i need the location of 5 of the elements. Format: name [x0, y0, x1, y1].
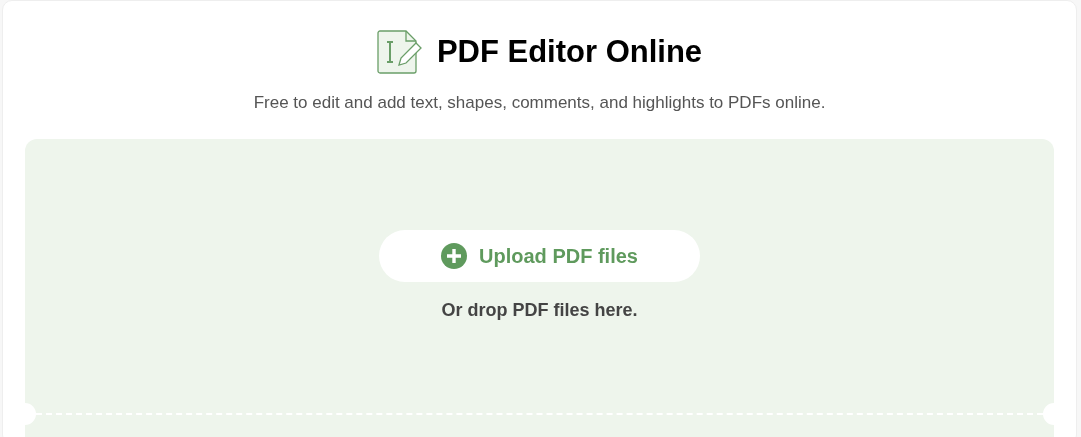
- document-pencil-icon: [376, 29, 423, 75]
- subtitle: Free to edit and add text, shapes, comments, and highlights to PDFs online.: [252, 93, 827, 113]
- drop-hint: Or drop PDF files here.: [441, 300, 638, 321]
- plus-circle-icon: [441, 243, 468, 269]
- page-title: PDF Editor Online: [436, 34, 703, 70]
